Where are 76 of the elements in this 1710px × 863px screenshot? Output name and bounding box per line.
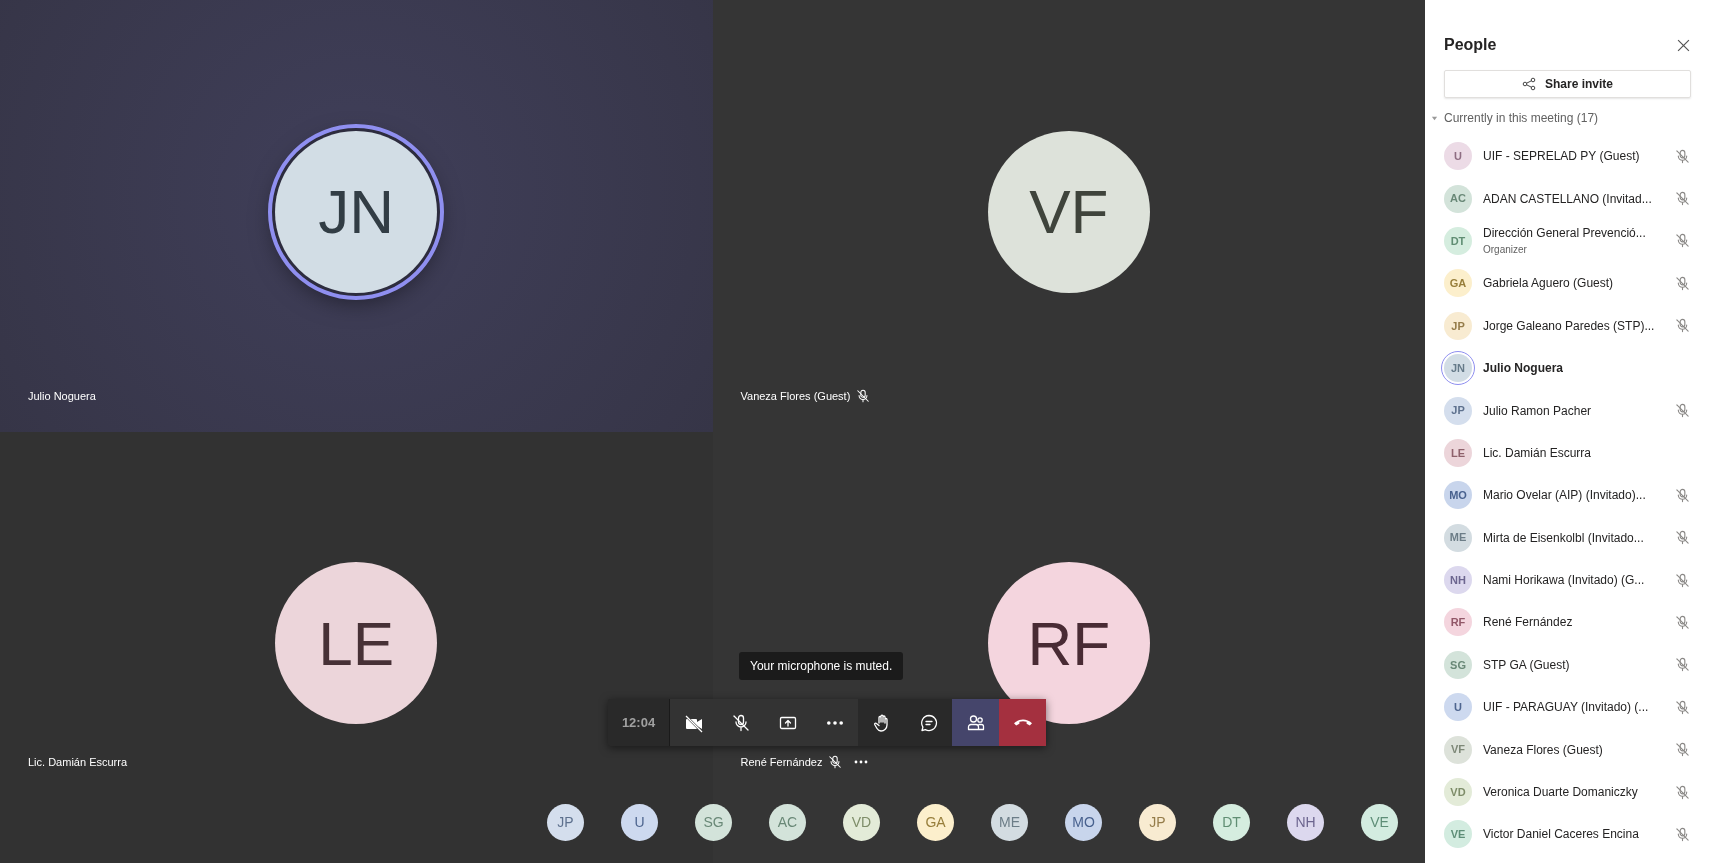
participant-name: Dirección General Prevenció... xyxy=(1483,225,1647,243)
avatar: VE xyxy=(1444,820,1472,849)
hang-up-icon xyxy=(1013,719,1032,726)
participant-row[interactable]: VF Vaneza Flores (Guest) xyxy=(1425,728,1710,771)
participant-name: Nami Horikawa (Invitado) (G... xyxy=(1483,572,1646,590)
people-icon xyxy=(965,712,986,733)
camera-off-button[interactable] xyxy=(670,699,717,746)
participant-name: STP GA (Guest) xyxy=(1483,656,1571,674)
more-icon[interactable] xyxy=(854,759,869,764)
avatar: RF xyxy=(1444,608,1472,637)
participant-row[interactable]: SG STP GA (Guest) xyxy=(1425,643,1710,687)
avatar: VF xyxy=(1444,735,1472,764)
avatar: LE xyxy=(1444,438,1472,467)
participant-name: Julio Ramon Pacher xyxy=(1483,402,1593,420)
participant-row[interactable]: RF René Fernández xyxy=(1425,601,1710,644)
tooltip: Your microphone is muted. xyxy=(739,652,904,680)
participant-name: René Fernández xyxy=(1483,614,1574,632)
avatar: U xyxy=(1444,693,1472,722)
participant-name: Vaneza Flores (Guest) xyxy=(1483,741,1604,759)
participant-name: Veronica Duarte Domaniczky xyxy=(1483,784,1639,802)
participant-row[interactable]: ME Mirta de Eisenkolbl (Invitado... xyxy=(1425,516,1710,559)
avatar: SG xyxy=(1444,650,1472,679)
caret-icon xyxy=(1431,114,1438,122)
participant-row[interactable]: JP Jorge Galeano Paredes (STP)... xyxy=(1425,304,1710,347)
participant-row[interactable]: JN Julio Noguera xyxy=(1425,346,1710,390)
panel-title: People xyxy=(1444,35,1497,55)
participant-name: Victor Daniel Caceres Encina xyxy=(1483,826,1640,844)
avatar: U xyxy=(1444,142,1472,171)
raise-hand-button[interactable] xyxy=(858,699,905,746)
participant-row[interactable]: JP Julio Ramon Pacher xyxy=(1425,389,1710,432)
participant-name: René Fernández xyxy=(740,754,823,770)
participant-row[interactable]: GA Gabriela Aguero (Guest) xyxy=(1425,262,1710,305)
section-toggle[interactable]: Currently in this meeting (17) xyxy=(1431,108,1710,128)
participant-row[interactable]: MO Mario Ovelar (AIP) (Invitado)... xyxy=(1425,474,1710,517)
participant-row[interactable]: U UIF - PARAGUAY (Invitado) (... xyxy=(1425,686,1710,729)
participant-name: Julio Noguera xyxy=(28,389,96,404)
participant-name: ADAN CASTELLANO (Invitad... xyxy=(1483,190,1653,208)
participant-name: Vaneza Flores (Guest) xyxy=(740,389,851,404)
participant-row[interactable]: AC ADAN CASTELLANO (Invitad... xyxy=(1425,177,1710,220)
participant-name: Mario Ovelar (AIP) (Invitado)... xyxy=(1483,487,1647,505)
role-label: Organizer xyxy=(1483,243,1528,258)
participant-name: Lic. Damián Escurra xyxy=(1483,444,1593,462)
avatar: VD xyxy=(1444,778,1472,807)
participant-name: Gabriela Aguero (Guest) xyxy=(1483,275,1615,293)
participant-name: Mirta de Eisenkolbl (Invitado... xyxy=(1483,529,1645,547)
participant-row[interactable]: VD Veronica Duarte Domaniczky xyxy=(1425,770,1710,814)
participant-row[interactable]: U UIF - SEPRELAD PY (Guest) xyxy=(1425,135,1710,178)
participant-row[interactable]: VE Victor Daniel Caceres Encina xyxy=(1425,813,1710,856)
close-icon[interactable] xyxy=(1677,38,1690,52)
participant-name: Lic. Damián Escurra xyxy=(28,754,128,770)
avatar: GA xyxy=(1444,269,1472,298)
chat-icon xyxy=(918,712,939,733)
avatar: LE xyxy=(275,562,438,725)
people-button[interactable] xyxy=(952,699,999,746)
participant-name: Julio Noguera xyxy=(1483,360,1564,378)
avatar: JP xyxy=(1444,311,1472,340)
share-icon xyxy=(1522,77,1536,91)
participant-name: Jorge Galeano Paredes (STP)... xyxy=(1483,317,1656,335)
avatar: AC xyxy=(1444,184,1472,213)
camera-off-icon xyxy=(683,712,704,733)
avatar: NH xyxy=(1444,566,1472,595)
avatar: MO xyxy=(1444,481,1472,510)
participant-row[interactable]: NH Nami Horikawa (Invitado) (G... xyxy=(1425,558,1710,602)
avatar: JP xyxy=(1444,396,1472,425)
participant-name: UIF - PARAGUAY (Invitado) (... xyxy=(1483,699,1650,717)
avatar: VF xyxy=(987,130,1150,293)
share-invite-button[interactable]: Share invite xyxy=(1444,70,1691,98)
participant-name: UIF - SEPRELAD PY (Guest) xyxy=(1483,148,1641,166)
avatar: ME xyxy=(1444,523,1472,552)
avatar: DT xyxy=(1444,226,1472,255)
avatar: RF xyxy=(987,562,1150,725)
participant-row[interactable]: LE Lic. Damián Escurra xyxy=(1425,431,1710,475)
more-icon xyxy=(826,720,843,725)
avatar: JN xyxy=(1444,354,1472,383)
participant-row[interactable]: DT Dirección General Prevenció... Organizer xyxy=(1425,219,1710,263)
chat-button[interactable] xyxy=(905,699,952,746)
